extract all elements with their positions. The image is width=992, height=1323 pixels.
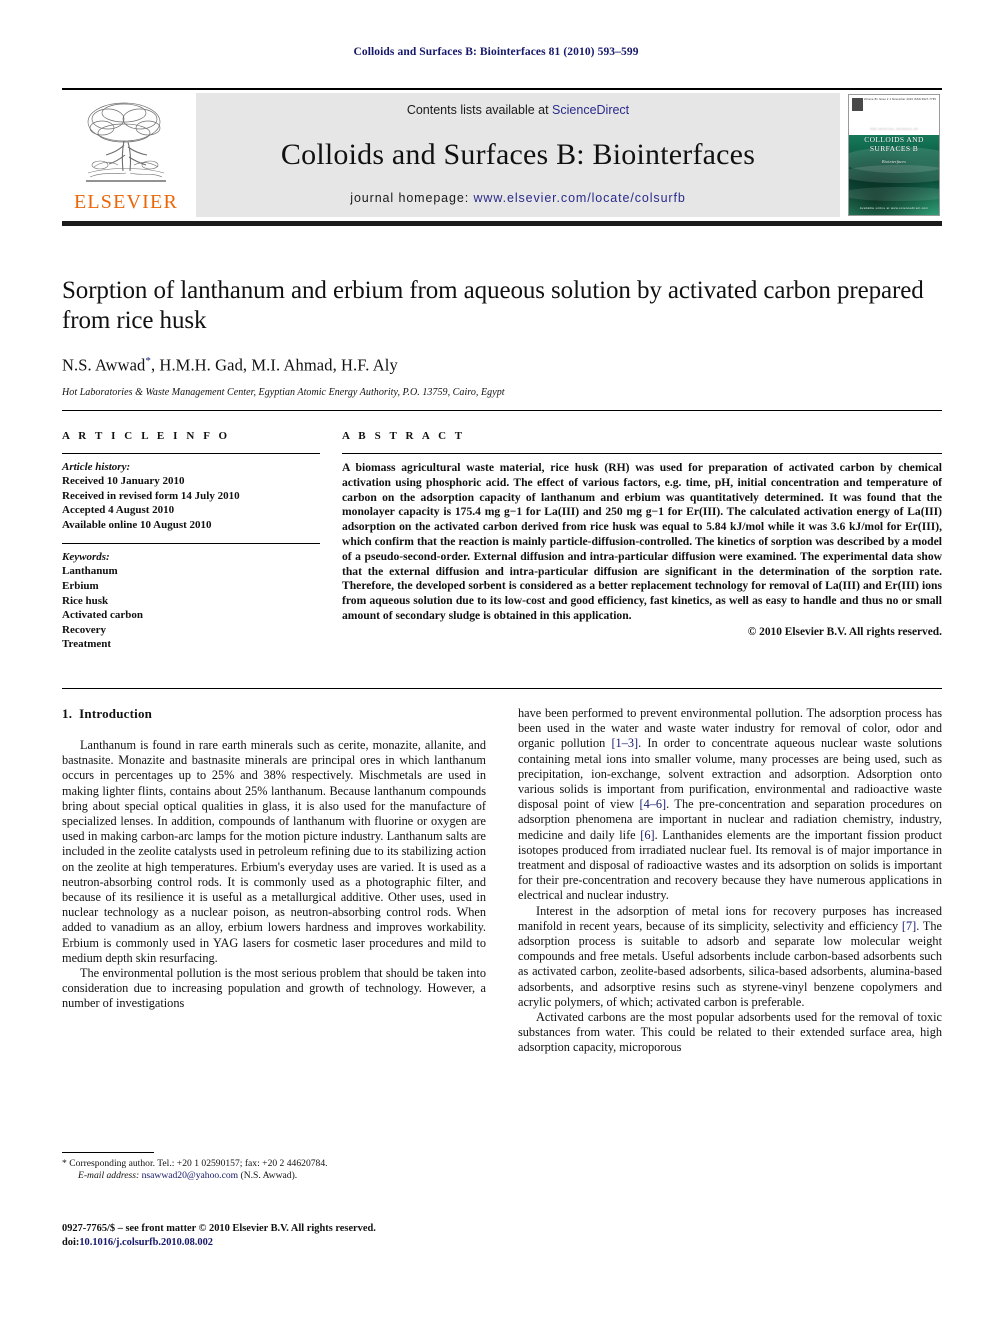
abstract-rule: [342, 453, 942, 454]
citation-link[interactable]: [6]: [640, 828, 654, 842]
rule-under-affiliation: [62, 410, 942, 411]
email-link[interactable]: nsawwad20@yahoo.com: [142, 1170, 239, 1181]
cover-masthead-small: THE OFFICIAL JOURNAL OF: [869, 127, 919, 131]
header-bottom-rule: [62, 221, 942, 226]
article-history-title: Article history:: [62, 461, 131, 473]
paragraph-part: Interest in the adsorption of metal ions…: [518, 903, 942, 933]
page-title: Sorption of lanthanum and erbium from aq…: [62, 277, 924, 334]
cover-header: Volume 81 Issue 2 1 November 2010 ISSN 0…: [852, 98, 936, 128]
email-owner: (N.S. Awwad).: [240, 1170, 298, 1182]
section-number: 1.: [62, 706, 73, 721]
keywords-block: Keywords: Lanthanum Erbium Rice husk Act…: [62, 543, 320, 652]
paper-page: Colloids and Surfaces B: Biointerfaces 8…: [0, 0, 992, 1323]
keyword-item: Treatment: [62, 638, 112, 651]
keyword-item: Lanthanum: [62, 565, 118, 578]
running-head: Colloids and Surfaces B: Biointerfaces 8…: [353, 46, 639, 58]
cover-top-strip-text: Volume 81 Issue 2 1 November 2010 ISSN 0…: [863, 98, 936, 101]
journal-homepage-line: journal homepage: www.elsevier.com/locat…: [350, 191, 685, 205]
elsevier-logo: ELSEVIER: [62, 93, 190, 217]
page-footer: 0927-7765/$ – see front matter © 2010 El…: [62, 1222, 522, 1249]
paragraph: Lanthanum is found in rare earth mineral…: [62, 738, 486, 965]
cover-wave-2: [849, 165, 939, 183]
affiliation: Hot Laboratories & Waste Management Cent…: [62, 386, 505, 398]
abstract-heading: A B S T R A C T: [342, 430, 466, 442]
citation-link[interactable]: [4–6]: [640, 797, 667, 811]
sciencedirect-link[interactable]: ScienceDirect: [552, 103, 629, 117]
body-right-column: have been performed to prevent environme…: [518, 706, 942, 1226]
homepage-prefix: journal homepage:: [350, 191, 474, 205]
header-top-rule: [62, 88, 942, 90]
contents-prefix: Contents lists available at: [406, 103, 553, 117]
journal-title: Colloids and Surfaces B: Biointerfaces: [280, 138, 756, 171]
footnote-email-line: E-mail address: nsawwad20@yahoo.com (N.S…: [62, 1170, 486, 1182]
paragraph: Activated carbons are the most popular a…: [518, 1010, 942, 1055]
doi-link[interactable]: 10.1016/j.colsurfb.2010.08.002: [79, 1237, 213, 1248]
keyword-item: Recovery: [62, 623, 106, 636]
footnote-marker: *: [62, 1158, 67, 1169]
paragraph: have been performed to prevent environme…: [518, 706, 942, 904]
keyword-item: Erbium: [62, 579, 99, 592]
issn-front-matter-line: 0927-7765/$ – see front matter © 2010 El…: [62, 1223, 376, 1234]
keyword-item: Rice husk: [62, 594, 109, 607]
homepage-url-link[interactable]: www.elsevier.com/locate/colsurfb: [474, 191, 686, 205]
cover-title-text: COLLOIDS AND SURFACES B: [864, 135, 924, 153]
elsevier-wordmark: ELSEVIER: [73, 191, 179, 213]
author-list: N.S. Awwad*, H.M.H. Gad, M.I. Ahmad, H.F…: [62, 355, 942, 376]
rule-under-abstract: [62, 688, 942, 689]
cover-footer-text: Available online at www.sciencedirect.co…: [859, 206, 929, 210]
body-columns: 1. Introduction Lanthanum is found in rar…: [62, 706, 942, 1226]
section-heading-introduction: 1. Introduction: [62, 706, 486, 722]
title-block: Sorption of lanthanum and erbium from aq…: [62, 276, 942, 398]
author-rest: , H.M.H. Gad, M.I. Ahmad, H.F. Aly: [150, 355, 398, 375]
footnote-corresponding-text: Corresponding author. Tel.: +20 1 025901…: [69, 1158, 328, 1169]
cover-title-block: THE OFFICIAL JOURNAL OF COLLOIDS AND SUR…: [849, 125, 939, 166]
elsevier-tree-icon: [78, 95, 174, 191]
citation-link[interactable]: [1–3]: [611, 736, 638, 750]
email-label: E-mail address:: [78, 1170, 140, 1182]
article-info-heading: A R T I C L E I N F O: [62, 430, 231, 442]
cover-subtitle: Biointerfaces: [882, 159, 906, 164]
history-received: Received 10 January 2010: [62, 475, 185, 487]
doi-prefix: doi:: [62, 1236, 80, 1248]
keywords-title: Keywords:: [62, 551, 110, 564]
body-left-column: 1. Introduction Lanthanum is found in rar…: [62, 706, 486, 1226]
doi-line: doi:10.1016/j.colsurfb.2010.08.002: [62, 1236, 522, 1250]
article-info-rule: [62, 453, 320, 454]
journal-header: ELSEVIER Contents lists available at Sci…: [62, 88, 942, 226]
corresponding-author-footnote: * Corresponding author. Tel.: +20 1 0259…: [62, 1152, 486, 1183]
citation-link[interactable]: [7]: [902, 919, 916, 933]
history-online: Available online 10 August 2010: [62, 518, 212, 531]
cover-wave-3: [849, 187, 939, 201]
info-abstract-section: A R T I C L E I N F O Article history: R…: [62, 430, 942, 652]
contents-list-line: Contents lists available at ScienceDirec…: [407, 103, 629, 117]
keyword-item: Activated carbon: [62, 609, 143, 622]
cover-elsevier-mark-icon: [852, 98, 863, 111]
article-info-column: A R T I C L E I N F O Article history: R…: [62, 430, 320, 652]
cover-image: Volume 81 Issue 2 1 November 2010 ISSN 0…: [848, 94, 940, 216]
journal-banner: Contents lists available at ScienceDirec…: [196, 93, 840, 217]
abstract-copyright: © 2010 Elsevier B.V. All rights reserved…: [747, 625, 942, 638]
history-revised: Received in revised form 14 July 2010: [62, 489, 240, 502]
footnote-rule: [62, 1152, 154, 1153]
abstract-column: A B S T R A C T A biomass agricultural w…: [342, 430, 942, 652]
journal-cover-thumbnail: Volume 81 Issue 2 1 November 2010 ISSN 0…: [846, 93, 942, 217]
author-first: N.S. Awwad: [62, 355, 146, 375]
paragraph: The environmental pollution is the most …: [62, 966, 486, 1011]
footnote-corresponding-line: * Corresponding author. Tel.: +20 1 0259…: [62, 1158, 486, 1170]
section-title: Introduction: [79, 706, 153, 721]
paragraph: Interest in the adsorption of metal ions…: [518, 904, 942, 1010]
abstract-text: A biomass agricultural waste material, r…: [342, 461, 942, 622]
history-accepted: Accepted 4 August 2010: [62, 504, 175, 517]
keywords-rule: [62, 543, 320, 545]
